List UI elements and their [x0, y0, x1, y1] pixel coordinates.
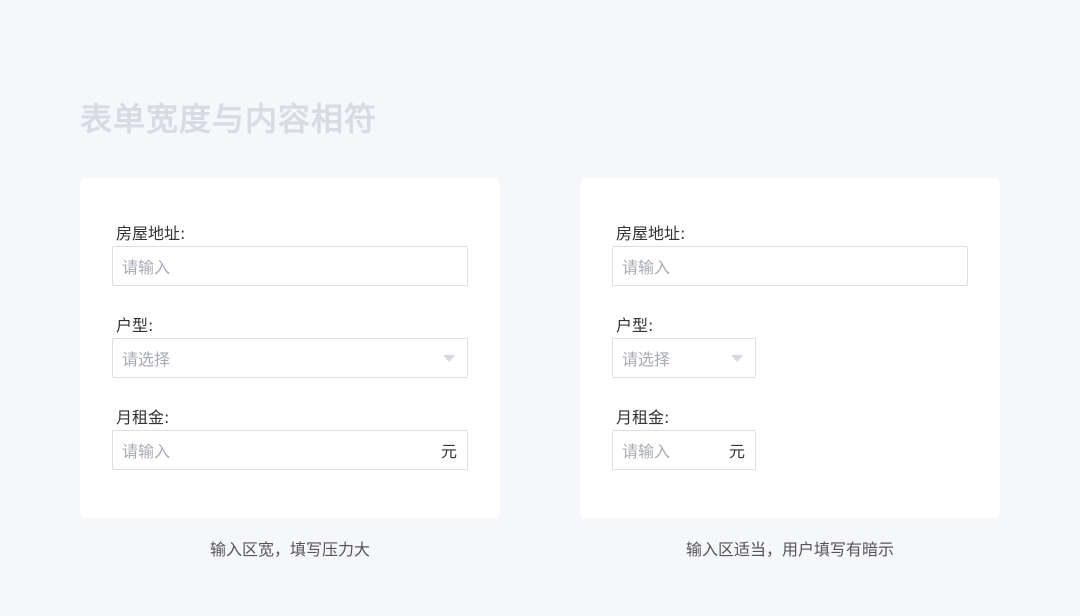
caret-down-icon: [443, 355, 455, 362]
monthly-rent-placeholder: 请输入: [622, 442, 671, 461]
currency-unit: 元: [728, 442, 745, 461]
house-type-placeholder: 请选择: [122, 350, 171, 369]
address-input[interactable]: 请输入: [612, 246, 968, 286]
caret-down-icon: [731, 355, 743, 362]
monthly-rent-label: 月租金:: [116, 408, 170, 427]
address-placeholder: 请输入: [622, 258, 671, 277]
address-placeholder: 请输入: [122, 258, 171, 277]
monthly-rent-placeholder: 请输入: [122, 442, 171, 461]
fitted-form-card: 房屋地址: 请输入 户型: 请选择 月租金: 请输入 元: [580, 178, 1000, 518]
house-type-label: 户型:: [616, 316, 654, 335]
wide-form-caption: 输入区宽，填写压力大: [209, 540, 370, 559]
monthly-rent-input[interactable]: 请输入 元: [612, 430, 756, 470]
address-label: 房屋地址:: [116, 224, 186, 243]
house-type-select[interactable]: 请选择: [112, 338, 468, 378]
house-type-label: 户型:: [116, 316, 154, 335]
monthly-rent-label: 月租金:: [616, 408, 670, 427]
currency-unit: 元: [440, 442, 457, 461]
fitted-form-caption: 输入区适当，用户填写有暗示: [685, 540, 894, 559]
address-input[interactable]: 请输入: [112, 246, 468, 286]
wide-form-card: 房屋地址: 请输入 户型: 请选择 月租金: 请输入 元: [80, 178, 500, 518]
page-title: 表单宽度与内容相符: [80, 100, 378, 138]
house-type-select[interactable]: 请选择: [612, 338, 756, 378]
monthly-rent-input[interactable]: 请输入 元: [112, 430, 468, 470]
address-label: 房屋地址:: [616, 224, 686, 243]
house-type-placeholder: 请选择: [622, 350, 671, 369]
